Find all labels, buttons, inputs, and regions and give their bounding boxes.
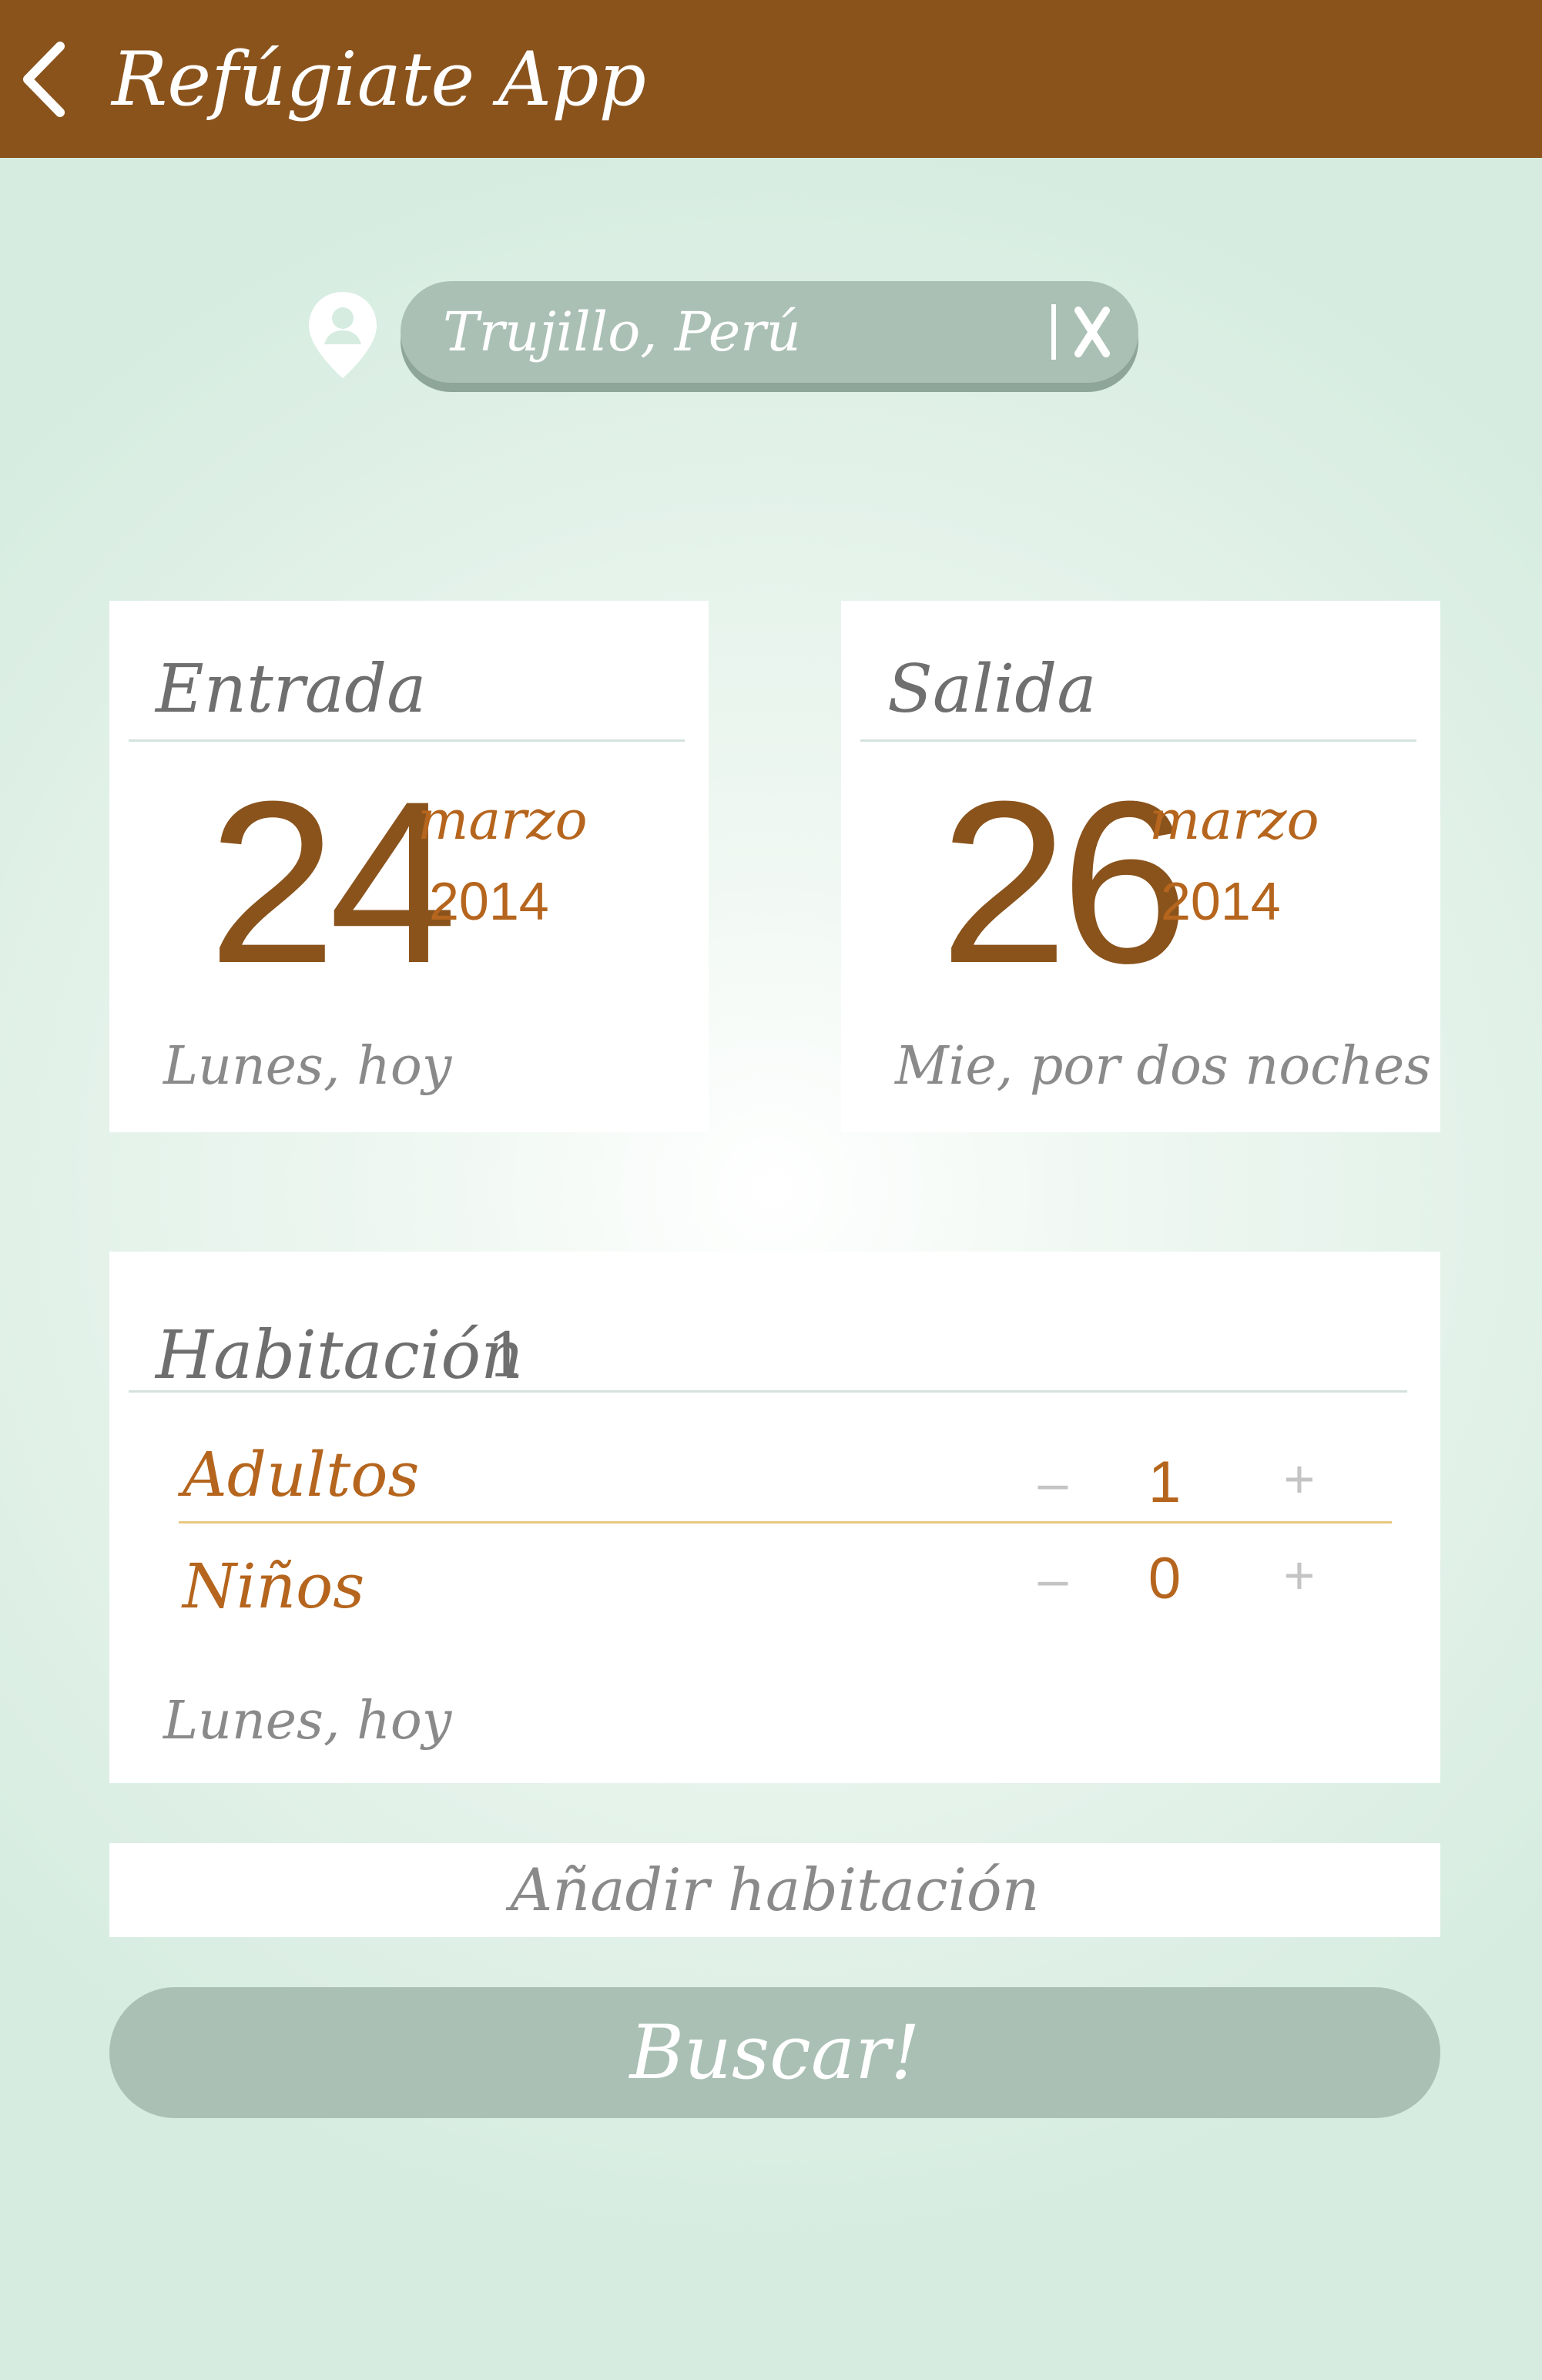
children-decrement-button[interactable]: – (1026, 1552, 1080, 1606)
text-cursor (1051, 304, 1056, 360)
room-number: 1 (487, 1319, 526, 1391)
chevron-left-icon[interactable] (17, 37, 71, 122)
app-title: Refúgiate App (112, 36, 646, 122)
children-increment-button[interactable]: + (1272, 1548, 1326, 1602)
app-header: Refúgiate App (0, 0, 1542, 158)
check-in-title: Entrada (156, 651, 427, 728)
adults-count: 1 (1148, 1450, 1182, 1515)
children-count: 0 (1148, 1546, 1182, 1611)
room-card: Habitación 1 Adultos – 1 + Niños – 0 + L… (109, 1252, 1440, 1783)
map-pin-user-icon (309, 292, 377, 378)
check-in-year: 2014 (429, 871, 549, 931)
divider (860, 739, 1416, 742)
check-in-card[interactable]: Entrada 24 marzo 2014 Lunes, hoy (109, 601, 709, 1132)
adults-label: Adultos (183, 1439, 420, 1510)
divider (129, 1390, 1407, 1393)
search-button[interactable]: Buscar! (109, 1987, 1440, 2118)
add-room-button[interactable]: Añadir habitación (109, 1843, 1440, 1937)
divider (129, 739, 685, 742)
room-title: Habitación (156, 1317, 524, 1394)
room-note: Lunes, hoy (163, 1691, 452, 1751)
check-in-month: marzo (417, 789, 588, 852)
check-out-note: Mie, por dos noches (895, 1036, 1432, 1097)
divider (179, 1521, 1392, 1524)
location-input[interactable] (443, 293, 1028, 370)
adults-decrement-button[interactable]: – (1026, 1456, 1080, 1510)
adults-increment-button[interactable]: + (1272, 1452, 1326, 1506)
check-in-note: Lunes, hoy (163, 1036, 452, 1097)
check-out-card[interactable]: Salida 26 marzo 2014 Mie, por dos noches (841, 601, 1440, 1132)
clear-x-icon[interactable] (1069, 303, 1115, 361)
check-out-day: 26 (940, 753, 1189, 1011)
check-out-title: Salida (887, 651, 1097, 728)
check-out-year: 2014 (1161, 871, 1281, 931)
location-search-bar[interactable] (401, 281, 1138, 383)
check-in-day: 24 (208, 753, 458, 1011)
check-out-month: marzo (1149, 789, 1319, 852)
children-label: Niños (183, 1550, 365, 1622)
